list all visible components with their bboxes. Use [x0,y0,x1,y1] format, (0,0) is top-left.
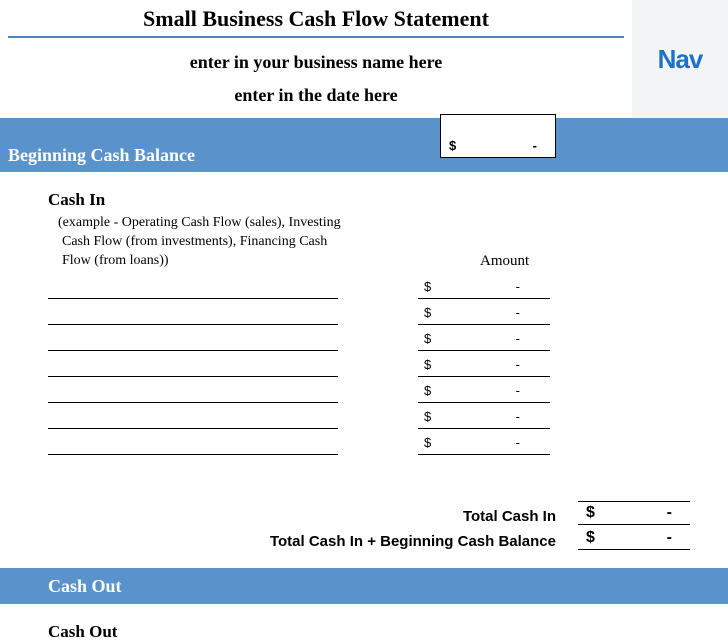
cash-in-row: $ - [48,435,720,455]
total-combined-row: Total Cash In + Beginning Cash Balance $… [0,529,728,550]
desc-input[interactable] [48,383,338,403]
row-currency: $ [424,305,431,322]
beginning-label: Beginning Cash Balance [8,145,195,166]
cash-in-heading: Cash In [48,190,720,210]
cash-in-row: $ - [48,409,720,429]
business-name-placeholder[interactable]: enter in your business name here [0,38,632,81]
cash-in-grid: Amount $ - $ - $ - $ - [48,279,720,455]
row-currency: $ [424,435,431,452]
amount-input[interactable]: $ - [418,305,550,325]
amount-input[interactable]: $ - [418,357,550,377]
beginning-cash-balance-bar: Beginning Cash Balance $ - [0,118,728,172]
cash-out-bar: Cash Out [0,568,728,604]
desc-input[interactable] [48,409,338,429]
totals-block: Total Cash In $ - Total Cash In + Beginn… [0,501,728,550]
total-combined-value: $ - [578,529,690,550]
total-combined-currency: $ [586,529,595,547]
amount-heading: Amount [480,253,529,270]
row-currency: $ [424,357,431,374]
cash-in-row: $ - [48,305,720,325]
desc-input[interactable] [48,435,338,455]
cash-in-example: (example - Operating Cash Flow (sales), … [48,214,348,271]
cash-out-heading: Cash Out [48,576,122,597]
cash-out-subheading: Cash Out [0,604,728,642]
total-cash-in-label: Total Cash In [0,508,560,525]
row-currency: $ [424,331,431,348]
total-in-currency: $ [586,504,595,522]
title-wrap: Small Business Cash Flow Statement [8,0,624,38]
cash-in-row: $ - [48,357,720,377]
cash-in-row: $ - [48,331,720,351]
amount-input[interactable]: $ - [418,409,550,429]
row-value: - [516,279,520,296]
amount-input[interactable]: $ - [418,331,550,351]
row-currency: $ [424,409,431,426]
header-left: Small Business Cash Flow Statement enter… [0,0,632,112]
row-value: - [516,383,520,400]
total-cash-in-value: $ - [578,501,690,525]
logo-box: Nav [632,0,728,118]
cash-in-body: Cash In (example - Operating Cash Flow (… [0,172,728,469]
document-title: Small Business Cash Flow Statement [8,6,624,32]
total-in-amount: - [667,504,672,522]
row-value: - [516,331,520,348]
cash-in-row: $ - [48,279,720,299]
total-combined-label: Total Cash In + Beginning Cash Balance [0,533,560,550]
date-placeholder[interactable]: enter in the date here [0,81,632,112]
amount-input[interactable]: $ - [418,435,550,455]
desc-input[interactable] [48,331,338,351]
row-value: - [516,435,520,452]
desc-input[interactable] [48,357,338,377]
row-value: - [516,409,520,426]
row-currency: $ [424,383,431,400]
row-value: - [516,357,520,374]
beginning-currency: $ [449,138,456,153]
beginning-value-box[interactable]: $ - [440,114,556,158]
amount-input[interactable]: $ - [418,279,550,299]
header-row: Small Business Cash Flow Statement enter… [0,0,728,118]
desc-input[interactable] [48,305,338,325]
row-value: - [516,305,520,322]
beginning-value: - [533,138,537,153]
desc-input[interactable] [48,279,338,299]
row-currency: $ [424,279,431,296]
total-combined-amount: - [667,529,672,547]
nav-logo: Nav [658,44,703,75]
cash-in-row: $ - [48,383,720,403]
total-cash-in-row: Total Cash In $ - [0,501,728,525]
amount-input[interactable]: $ - [418,383,550,403]
